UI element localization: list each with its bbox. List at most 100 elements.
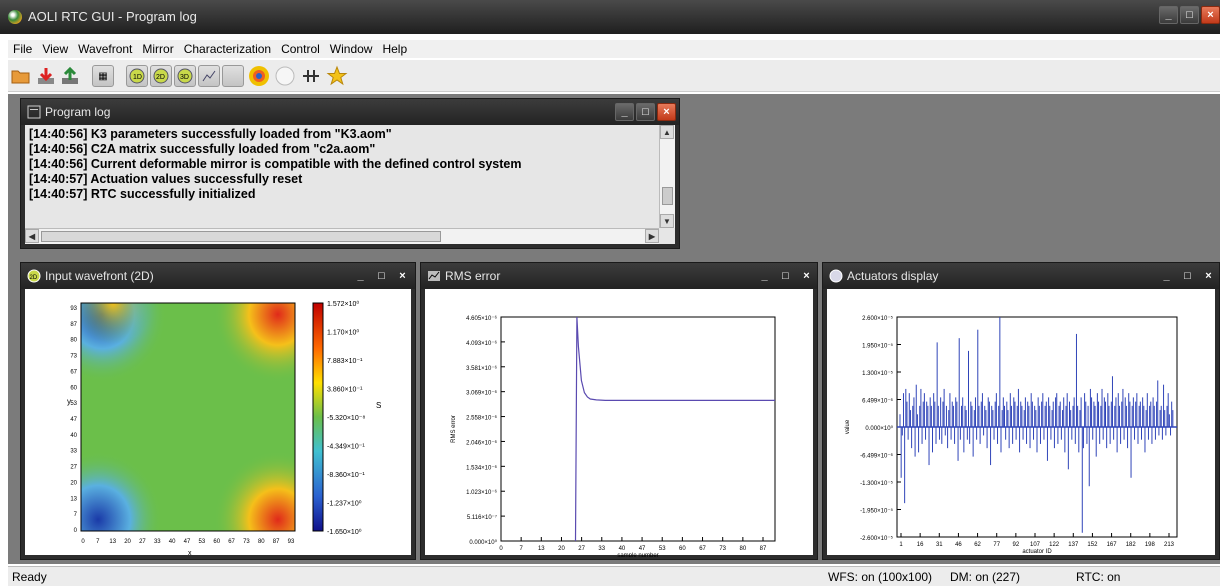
close-icon[interactable]: × [1199, 267, 1218, 285]
x-tick-label: 7 [519, 546, 523, 552]
x-tick-label: 107 [1030, 542, 1041, 548]
menu-file[interactable]: File [8, 40, 37, 58]
x-tick-label: 60 [679, 546, 686, 552]
x-tick-label: 53 [199, 539, 206, 545]
blank-icon[interactable] [222, 65, 244, 87]
wavefront-xlabel: x [188, 550, 192, 557]
program-log-window: Program log _ □ × [14:40:56] K3 paramete… [20, 98, 680, 249]
scroll-right-icon[interactable]: ▶ [645, 229, 659, 243]
minimize-icon[interactable]: _ [1157, 267, 1176, 285]
rms-error-window: RMS error _ □ × 4.605×10⁻⁶ 4.093×10⁻⁶ 3.58… [420, 262, 818, 560]
actuators-ylabel: value [845, 419, 851, 434]
log-horizontal-scrollbar[interactable]: ◀ ▶ [25, 228, 659, 244]
y-tick-label: 0 [74, 528, 78, 534]
y-tick-label: 47 [70, 417, 77, 423]
menu-characterization[interactable]: Characterization [179, 40, 276, 58]
menu-help[interactable]: Help [377, 40, 412, 58]
minimize-icon[interactable]: _ [615, 103, 634, 121]
status-ready: Ready [12, 570, 47, 584]
minimize-icon[interactable]: _ [755, 267, 774, 285]
actuators-window-controls: _ □ × [1157, 267, 1218, 285]
wavefront-ylabel: y [67, 397, 71, 406]
y-tick-label: -6.499×10⁻⁶ [860, 453, 893, 460]
actuators-titlebar[interactable]: Actuators display _ □ × [823, 263, 1219, 289]
y-tick-label: 3.581×10⁻⁶ [466, 365, 497, 372]
y-tick-label: 1.950×10⁻⁵ [862, 343, 893, 350]
y-tick-label: 1.023×10⁻⁶ [466, 489, 497, 496]
y-tick-label: 73 [70, 354, 77, 360]
app-window-controls: _ □ × [1159, 6, 1220, 24]
menu-wavefront[interactable]: Wavefront [73, 40, 137, 58]
scroll-thumb[interactable] [41, 231, 441, 242]
y-tick-label: 5.116×10⁻⁷ [467, 514, 497, 521]
x-tick-label: 16 [917, 542, 924, 548]
close-icon[interactable]: × [797, 267, 816, 285]
grid-icon[interactable]: ▦ [92, 65, 114, 87]
y-tick-label: 80 [70, 338, 77, 344]
maximize-icon[interactable]: □ [776, 267, 795, 285]
colorbar-tick-label: -5.320×10⁻⁸ [327, 415, 365, 422]
colorbar-tick-label: -4.349×10⁻¹ [327, 444, 365, 451]
wavefront-title: Input wavefront (2D) [45, 269, 154, 283]
y-tick-label: 20 [70, 480, 77, 486]
maximize-icon[interactable]: □ [372, 267, 391, 285]
x-tick-label: 73 [719, 546, 726, 552]
colorbar-tick-label: 3.860×10⁻¹ [327, 387, 363, 394]
scroll-up-icon[interactable]: ▲ [660, 125, 674, 139]
minimize-icon[interactable]: _ [351, 267, 370, 285]
log-vertical-scrollbar[interactable]: ▲ ▼ [659, 125, 675, 228]
x-tick-label: 46 [955, 542, 962, 548]
export-icon[interactable] [59, 65, 81, 87]
log-line: [14:40:56] C2A matrix successfully loade… [29, 142, 376, 156]
log-lines: [14:40:56] K3 parameters successfully lo… [29, 127, 671, 202]
menu-mirror[interactable]: Mirror [137, 40, 178, 58]
x-tick-label: 47 [639, 546, 646, 552]
star-icon[interactable] [326, 65, 348, 87]
rms-series-line [574, 316, 775, 542]
open-folder-icon[interactable] [10, 65, 32, 87]
close-icon[interactable]: × [1201, 6, 1220, 24]
wavefront-3d-icon[interactable]: 3D [174, 65, 196, 87]
link-icon[interactable] [300, 65, 322, 87]
wavefront-titlebar[interactable]: 2D Input wavefront (2D) _ □ × [21, 263, 415, 289]
actuators-window-icon [829, 269, 843, 283]
x-tick-label: 20 [558, 546, 565, 552]
rms-ylabel: RMS error [451, 415, 457, 443]
rms-titlebar[interactable]: RMS error _ □ × [421, 263, 817, 289]
status-rtc: RTC: on [1076, 570, 1121, 584]
colorbar-tick-label: 7.883×10⁻¹ [327, 358, 363, 365]
minimize-icon[interactable]: _ [1159, 6, 1178, 24]
wavefront-window-icon: 2D [27, 269, 41, 283]
maximize-icon[interactable]: □ [1178, 267, 1197, 285]
colorbar [312, 302, 324, 532]
scroll-left-icon[interactable]: ◀ [25, 229, 39, 243]
program-log-titlebar[interactable]: Program log _ □ × [21, 99, 679, 125]
actuators-xlabel: actuator ID [1022, 549, 1052, 555]
wavefront-1d-icon[interactable]: 1D [126, 65, 148, 87]
color-map-icon[interactable] [248, 65, 270, 87]
menu-control[interactable]: Control [276, 40, 325, 58]
y-tick-label: -1.950×10⁻⁵ [860, 508, 893, 515]
close-icon[interactable]: × [393, 267, 412, 285]
wavefront-2d-icon[interactable]: 2D [150, 65, 172, 87]
y-tick-label: 1.534×10⁻⁶ [466, 464, 497, 471]
maximize-icon[interactable]: □ [1180, 6, 1199, 24]
rms-window-icon [427, 269, 441, 283]
y-tick-label: 0.000×10⁰ [469, 539, 497, 546]
scroll-down-icon[interactable]: ▼ [660, 214, 674, 228]
y-tick-label: 7 [74, 512, 78, 518]
circle-icon[interactable] [274, 65, 296, 87]
rms-window-controls: _ □ × [755, 267, 816, 285]
close-icon[interactable]: × [657, 103, 676, 121]
actuators-plot-area: 2.600×10⁻⁵ 1.950×10⁻⁵ 1.300×10⁻⁵ 6.499×10⁻⁶… [827, 289, 1215, 555]
actuators-display-window: Actuators display _ □ × 2.600×10⁻⁵ 1.950×… [822, 262, 1220, 560]
y-tick-label: 87 [70, 322, 77, 328]
plot-icon[interactable] [198, 65, 220, 87]
maximize-icon[interactable]: □ [636, 103, 655, 121]
menu-window[interactable]: Window [325, 40, 378, 58]
scroll-thumb[interactable] [662, 187, 673, 205]
log-line: [14:40:56] K3 parameters successfully lo… [29, 127, 392, 141]
y-tick-label: 2.046×10⁻⁶ [466, 439, 497, 446]
menu-view[interactable]: View [37, 40, 73, 58]
download-icon[interactable] [35, 65, 57, 87]
